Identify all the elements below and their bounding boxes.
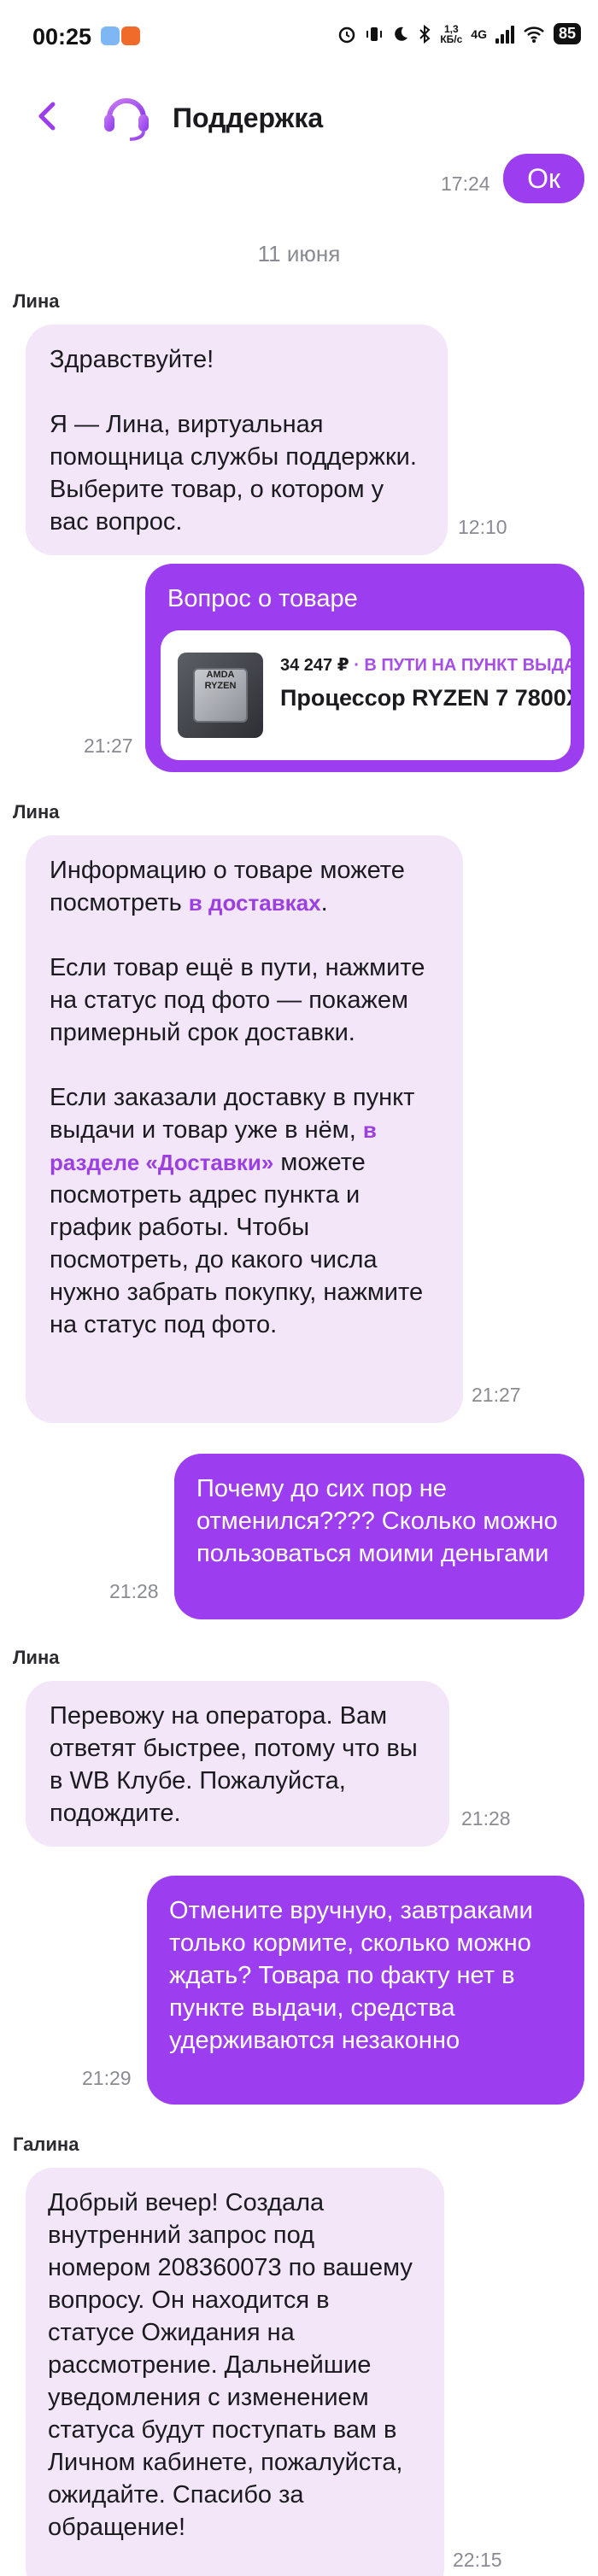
app-notification-icon — [101, 26, 120, 45]
message-text: Ок — [527, 163, 560, 194]
deliveries-link[interactable]: в доставках — [189, 890, 321, 916]
product-image: AMDA RYZEN — [178, 653, 263, 738]
product-card[interactable]: AMDA RYZEN 34 247 ₽ · В ПУТИ НА ПУНКТ ВЫД… — [161, 630, 571, 760]
date-separator: 11 июня — [257, 241, 341, 266]
product-price: 34 247 ₽ · В ПУТИ НА ПУНКТ ВЫДАЧИ — [280, 649, 571, 682]
message-text: Если товар ещё в пути, нажмите на статус… — [50, 954, 425, 1046]
battery-indicator: 85 — [553, 23, 581, 44]
message-time: 21:27 — [472, 1384, 521, 1406]
status-bar: 00:25 1,3 КБ/с 4G 85 — [0, 0, 598, 77]
chat-header: Поддержка — [0, 77, 598, 154]
bluetooth-icon — [419, 24, 431, 44]
signal-icon — [495, 25, 514, 44]
message-text: Перевожу на оператора. Вам ответят быстр… — [50, 1702, 418, 1827]
message-time: 21:29 — [82, 2067, 132, 2089]
alarm-icon — [339, 26, 355, 43]
sender-name: Лина — [13, 1647, 60, 1668]
incoming-message: Добрый вечер! Создала внутренний запрос … — [26, 2168, 444, 2576]
incoming-message: Перевожу на оператора. Вам ответят быстр… — [26, 1681, 449, 1847]
message-text: Добрый вечер! Создала внутренний запрос … — [48, 2189, 413, 2541]
network-speed: 1,3 КБ/с — [440, 22, 463, 45]
message-text: Я — Лина, виртуальная помощница службы п… — [50, 411, 417, 536]
app-notification-icon — [121, 26, 140, 45]
product-title: Процессор RYZEN 7 7800X3D — [280, 685, 571, 711]
sender-name: Лина — [13, 801, 60, 823]
back-arrow-icon[interactable] — [31, 99, 65, 133]
message-time: 12:10 — [458, 516, 507, 538]
page-title: Поддержка — [173, 102, 324, 133]
network-type: 4G — [471, 26, 487, 41]
sender-name: Галина — [13, 2134, 79, 2155]
outgoing-message: Отмените вручную, завтраками только корм… — [147, 1876, 584, 2105]
sender-name: Лина — [13, 290, 60, 312]
message-time: 21:27 — [84, 735, 133, 757]
message-time: 22:15 — [453, 2549, 502, 2571]
outgoing-message: Почему до сих пор не отменился???? Сколь… — [174, 1454, 584, 1619]
status-icons: 1,3 КБ/с 4G 85 — [337, 23, 581, 44]
message-time: 21:28 — [461, 1807, 511, 1830]
message-text: Почему до сих пор не отменился???? Сколь… — [196, 1475, 558, 1567]
message-text: Отмените вручную, завтраками только корм… — [169, 1897, 533, 2054]
message-time: 21:28 — [109, 1580, 159, 1602]
message-text: Здравствуйте! — [50, 346, 214, 373]
support-headset-icon — [104, 98, 149, 141]
product-question-message[interactable]: Вопрос о товаре AMDA RYZEN 34 247 ₽ · В П… — [145, 564, 584, 772]
status-time: 00:25 — [32, 24, 92, 50]
incoming-message: Информацию о товаре можете посмотреть в … — [26, 835, 463, 1423]
message-time: 17:24 — [441, 173, 490, 195]
outgoing-message: Ок — [503, 154, 584, 203]
incoming-message: Здравствуйте! Я — Лина, виртуальная помо… — [26, 325, 448, 555]
message-text: Вопрос о товаре — [167, 585, 358, 612]
moon-icon — [395, 26, 408, 41]
vibrate-icon — [366, 26, 383, 41]
delivery-status[interactable]: · В ПУТИ НА ПУНКТ ВЫДАЧИ — [349, 656, 571, 675]
wifi-icon — [524, 26, 544, 43]
